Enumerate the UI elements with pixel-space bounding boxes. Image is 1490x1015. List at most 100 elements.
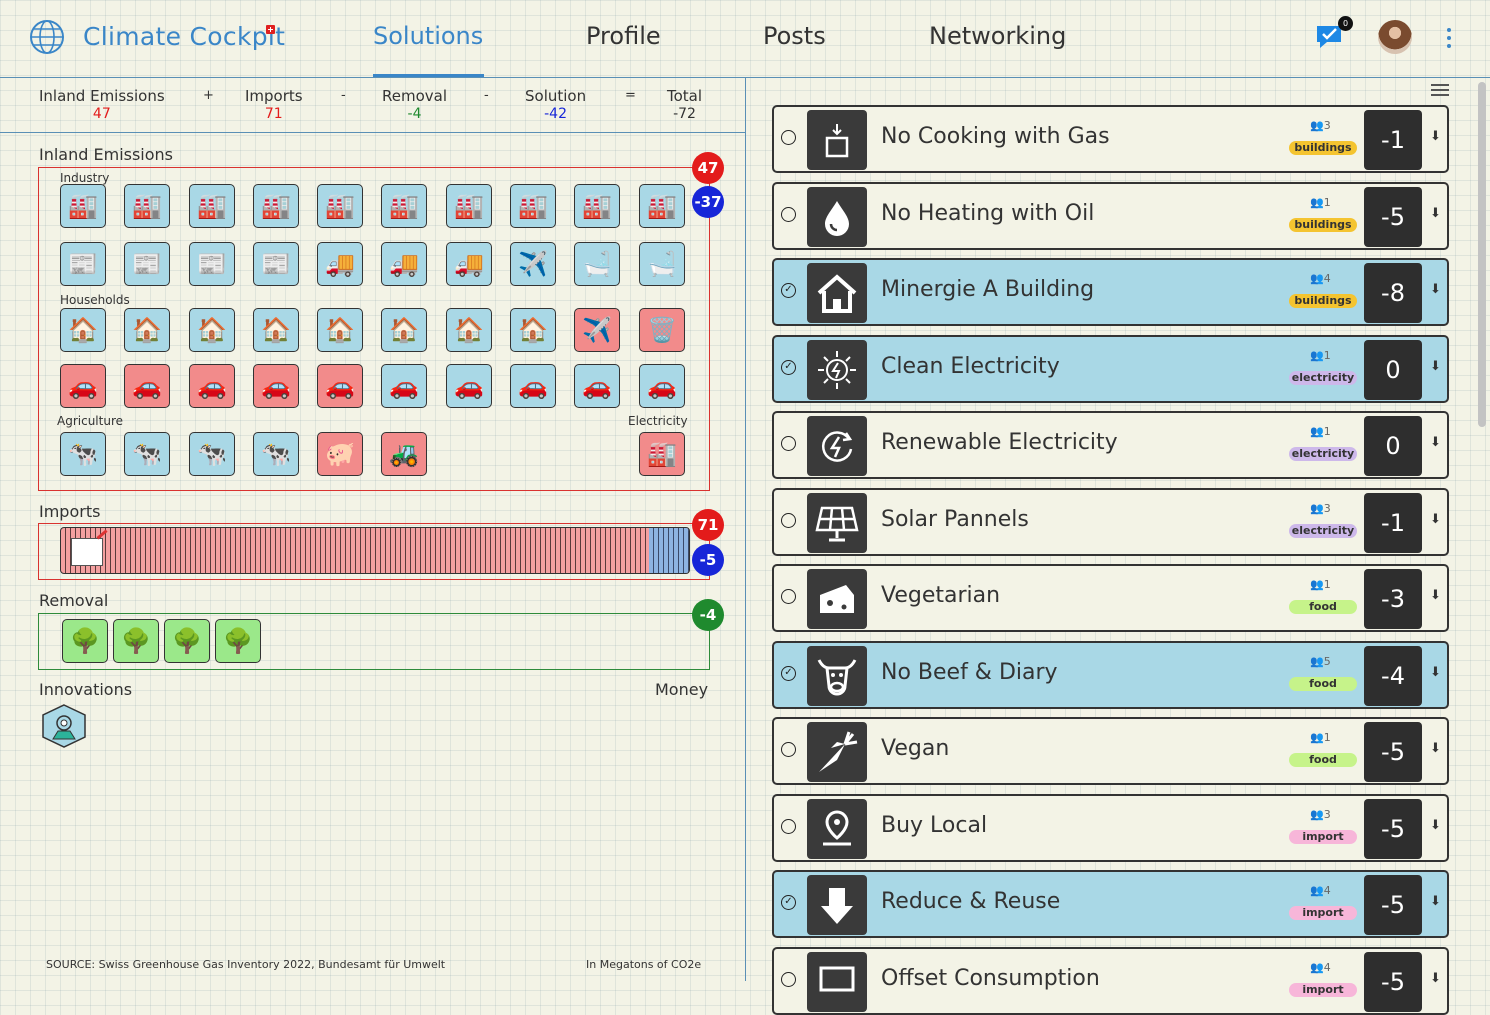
- more-menu-icon[interactable]: [1446, 28, 1452, 48]
- emission-tile[interactable]: 🛁: [574, 242, 620, 286]
- emission-tile[interactable]: 🗑️: [639, 308, 685, 352]
- solution-card[interactable]: Vegan 👥1 food -5 ⬇: [772, 717, 1449, 785]
- expand-arrow-icon[interactable]: ⬇: [1430, 818, 1441, 833]
- emission-tile[interactable]: 🏠: [253, 308, 299, 352]
- select-radio[interactable]: [781, 589, 796, 604]
- solution-card[interactable]: Renewable Electricity 👥1 electricity 0 ⬇: [772, 411, 1449, 479]
- expand-arrow-icon[interactable]: ⬇: [1430, 512, 1441, 527]
- select-radio[interactable]: ✓: [781, 359, 796, 375]
- emission-tile[interactable]: 🚗: [60, 364, 106, 408]
- electricity-tile[interactable]: 🏭: [639, 432, 685, 476]
- tree-tile[interactable]: 🌳: [113, 619, 159, 663]
- select-radio[interactable]: [781, 436, 796, 451]
- select-radio[interactable]: [781, 130, 796, 145]
- emission-tile[interactable]: 🏠: [381, 308, 427, 352]
- select-radio[interactable]: [781, 742, 796, 757]
- emission-tile[interactable]: 🚚: [381, 242, 427, 286]
- emission-tile[interactable]: 🏠: [317, 308, 363, 352]
- avatar[interactable]: [1378, 20, 1412, 54]
- expand-arrow-icon[interactable]: ⬇: [1430, 129, 1441, 144]
- select-radio[interactable]: [781, 206, 796, 222]
- globe-icon[interactable]: [29, 19, 65, 55]
- emission-tile[interactable]: 🚗: [446, 364, 492, 408]
- emission-tile[interactable]: 🏠: [124, 308, 170, 352]
- emission-tile[interactable]: 🐄: [124, 432, 170, 476]
- emission-tile[interactable]: 🏠: [446, 308, 492, 352]
- solution-card[interactable]: Buy Local 👥3 import -5 ⬇: [772, 793, 1449, 862]
- emission-tile[interactable]: 📰: [124, 242, 170, 286]
- expand-arrow-icon[interactable]: ⬇: [1430, 894, 1441, 909]
- select-radio[interactable]: ✓: [781, 895, 796, 910]
- emission-tile[interactable]: 🚗: [510, 364, 556, 408]
- imports-bar[interactable]: [60, 527, 690, 574]
- emission-tile[interactable]: 🏭: [124, 184, 170, 228]
- nav-solutions[interactable]: Solutions: [373, 22, 483, 50]
- nav-networking[interactable]: Networking: [929, 22, 1066, 50]
- select-radio[interactable]: ✓: [781, 665, 796, 681]
- tree-tile[interactable]: 🌳: [62, 619, 108, 663]
- scrollbar[interactable]: [1478, 82, 1486, 427]
- expand-arrow-icon[interactable]: ⬇: [1430, 435, 1441, 450]
- filter-settings-icon[interactable]: [1431, 84, 1449, 98]
- nav-posts[interactable]: Posts: [763, 22, 826, 50]
- emission-tile[interactable]: 🏭: [639, 184, 685, 228]
- emission-tile[interactable]: 🐖: [317, 432, 363, 476]
- innovation-lab-icon[interactable]: [39, 703, 89, 749]
- emission-tile[interactable]: 🚗: [574, 364, 620, 408]
- emission-tile[interactable]: 🏭: [317, 184, 363, 228]
- app-brand[interactable]: Climate Cockpit: [83, 22, 285, 51]
- select-radio[interactable]: [781, 512, 796, 528]
- solution-card[interactable]: No Heating with Oil 👥1 buildings -5 ⬇: [772, 181, 1449, 250]
- select-radio[interactable]: [781, 818, 796, 834]
- nav-profile[interactable]: Profile: [586, 22, 661, 50]
- emission-tile[interactable]: 🚗: [124, 364, 170, 408]
- formula-total: Total -72: [667, 87, 702, 122]
- emission-tile[interactable]: 🏭: [60, 184, 106, 228]
- solution-card[interactable]: Vegetarian 👥1 food -3 ⬇: [772, 564, 1449, 632]
- emission-tile[interactable]: 🏭: [253, 184, 299, 228]
- removal-badge: -4: [692, 599, 724, 631]
- emission-tile[interactable]: 🚜: [381, 432, 427, 476]
- solution-card[interactable]: ✓ Reduce & Reuse 👥4 import -5 ⬇: [772, 870, 1449, 938]
- expand-arrow-icon[interactable]: ⬇: [1430, 971, 1441, 986]
- emission-tile[interactable]: 🚗: [253, 364, 299, 408]
- expand-arrow-icon[interactable]: ⬇: [1430, 588, 1441, 603]
- solution-card[interactable]: Solar Pannels 👥3 electricity -1 ⬇: [772, 487, 1449, 556]
- emission-tile[interactable]: 🏭: [446, 184, 492, 228]
- tree-tile[interactable]: 🌳: [215, 619, 261, 663]
- emission-tile[interactable]: 🏭: [510, 184, 556, 228]
- emission-tile[interactable]: 🚗: [317, 364, 363, 408]
- expand-arrow-icon[interactable]: ⬇: [1430, 282, 1441, 297]
- expand-arrow-icon[interactable]: ⬇: [1430, 741, 1441, 756]
- emission-tile[interactable]: 🚚: [446, 242, 492, 286]
- emission-tile[interactable]: 🏭: [381, 184, 427, 228]
- tree-tile[interactable]: 🌳: [164, 619, 210, 663]
- emission-tile[interactable]: 🏠: [189, 308, 235, 352]
- emission-tile[interactable]: 📰: [189, 242, 235, 286]
- solution-card[interactable]: No Cooking with Gas 👥3 buildings -1 ⬇: [772, 105, 1449, 173]
- emission-tile[interactable]: 🚚: [317, 242, 363, 286]
- emission-tile[interactable]: 🚗: [639, 364, 685, 408]
- emission-tile[interactable]: 🏠: [510, 308, 556, 352]
- select-radio[interactable]: ✓: [781, 283, 796, 298]
- emission-tile[interactable]: 🏠: [60, 308, 106, 352]
- emission-tile[interactable]: ✈️: [574, 308, 620, 352]
- emission-tile[interactable]: 🐄: [253, 432, 299, 476]
- emission-tile[interactable]: 🛁: [639, 242, 685, 286]
- solution-card[interactable]: ✓ No Beef & Diary 👥5 food -4 ⬇: [772, 640, 1449, 709]
- select-radio[interactable]: [781, 971, 796, 987]
- emission-tile[interactable]: 🐄: [60, 432, 106, 476]
- expand-arrow-icon[interactable]: ⬇: [1430, 359, 1441, 374]
- emission-tile[interactable]: 🏭: [574, 184, 620, 228]
- expand-arrow-icon[interactable]: ⬇: [1430, 206, 1441, 221]
- emission-tile[interactable]: 📰: [253, 242, 299, 286]
- emission-tile[interactable]: 🏭: [189, 184, 235, 228]
- solution-card[interactable]: ✓ Clean Electricity 👥1 electricity 0 ⬇: [772, 334, 1449, 403]
- emission-tile[interactable]: 🚗: [381, 364, 427, 408]
- emission-tile[interactable]: 🚗: [189, 364, 235, 408]
- solution-card[interactable]: ✓ Minergie A Building 👥4 buildings -8 ⬇: [772, 258, 1449, 326]
- emission-tile[interactable]: 📰: [60, 242, 106, 286]
- emission-tile[interactable]: ✈️: [510, 242, 556, 286]
- expand-arrow-icon[interactable]: ⬇: [1430, 665, 1441, 680]
- emission-tile[interactable]: 🐄: [189, 432, 235, 476]
